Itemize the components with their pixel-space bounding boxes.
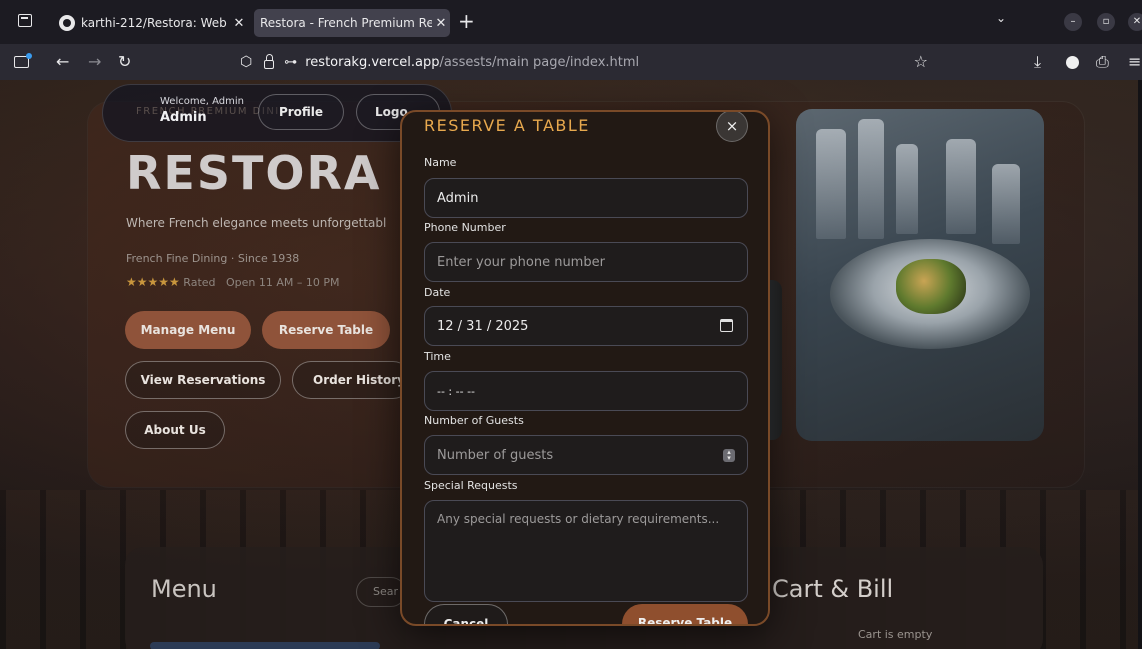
view-reservations-button[interactable]: View Reservations: [125, 361, 281, 399]
shield-icon[interactable]: ⬡: [240, 54, 252, 70]
guests-field[interactable]: Number of guests ▴ ▾: [424, 435, 748, 475]
extensions-icon[interactable]: ⎙: [1096, 52, 1109, 72]
reload-icon[interactable]: ↻: [118, 52, 131, 72]
hero-title: RESTORA: [126, 146, 382, 200]
cart-title: Cart & Bill: [772, 575, 894, 603]
url-host: restorakg.vercel.app: [305, 54, 440, 70]
requests-label: Special Requests: [424, 479, 518, 492]
modal-title: RESERVE A TABLE: [424, 116, 590, 135]
tab-title: karthi-212/Restora: Web: [81, 16, 227, 30]
new-tab-icon[interactable]: +: [458, 9, 475, 33]
name-label: Name: [424, 156, 457, 169]
phone-label: Phone Number: [424, 221, 506, 234]
close-window-icon[interactable]: ✕: [1128, 13, 1142, 31]
restore-icon[interactable]: ▫: [1097, 13, 1115, 31]
welcome-name: Admin: [160, 110, 207, 125]
download-icon[interactable]: ⤓: [1034, 52, 1041, 72]
submit-reservation-button[interactable]: Reserve Table: [622, 604, 748, 624]
forward-icon[interactable]: →: [88, 52, 101, 72]
github-icon: [59, 15, 75, 31]
hero-dish-image: [796, 109, 1044, 441]
browser-tab-restora[interactable]: Restora - French Premium Re ✕: [254, 9, 450, 37]
phone-field[interactable]: Enter your phone number: [424, 242, 748, 282]
reserve-table-button[interactable]: Reserve Table: [262, 311, 390, 349]
restora-page: FRENCH PREMIUM DINI Welcome, Admin Admin…: [0, 80, 1142, 649]
calendar-icon[interactable]: [720, 319, 733, 332]
lock-icon[interactable]: [264, 53, 275, 69]
date-value: 12 / 31 / 2025: [437, 318, 529, 334]
close-icon[interactable]: ×: [716, 112, 748, 142]
tab-list-icon[interactable]: [18, 14, 32, 27]
date-label: Date: [424, 286, 451, 299]
tab-close-icon[interactable]: ✕: [432, 16, 450, 31]
date-field[interactable]: 12 / 31 / 2025: [424, 306, 748, 346]
star-rating-icon: ★★★★★: [126, 275, 180, 289]
special-requests-field[interactable]: Any special requests or dietary requirem…: [424, 500, 748, 602]
reserve-table-modal: RESERVE A TABLE × Name Admin Phone Numbe…: [400, 110, 770, 626]
bookmark-star-icon[interactable]: ☆: [914, 52, 928, 71]
welcome-label: Welcome, Admin: [160, 96, 244, 107]
browser-tab-github[interactable]: karthi-212/Restora: Web ✕: [52, 9, 248, 37]
menu-search-input[interactable]: Sear: [356, 577, 406, 607]
guests-placeholder: Number of guests: [437, 447, 554, 463]
tab-close-icon[interactable]: ✕: [230, 16, 248, 31]
manage-menu-button[interactable]: Manage Menu: [125, 311, 251, 349]
stepper-icon[interactable]: ▴ ▾: [723, 449, 735, 462]
url-path: /assests/main page/index.html: [439, 54, 640, 70]
order-history-button[interactable]: Order History: [292, 361, 412, 399]
cart-empty-message: Cart is empty: [858, 628, 933, 641]
back-icon[interactable]: ←: [56, 52, 69, 72]
chevron-down-icon[interactable]: ⌄: [996, 11, 1006, 25]
account-icon[interactable]: [1066, 56, 1079, 69]
rating-label: Rated: [183, 276, 216, 289]
hero-meta: French Fine Dining · Since 1938: [126, 252, 300, 265]
tab-title: Restora - French Premium Re: [260, 16, 432, 30]
guests-label: Number of Guests: [424, 414, 524, 427]
url-bar[interactable]: ⬡ ⊶ restorakg.vercel.app/assests/main pa…: [232, 48, 940, 76]
sidebar-icon[interactable]: [14, 53, 32, 68]
hero-tagline: Where French elegance meets unforgettabl: [126, 216, 387, 230]
browser-nav-bar: ← → ↻ ⬡ ⊶ restorakg.vercel.app/assests/m…: [0, 44, 1142, 80]
hero-rating: ★★★★★ Rated Open 11 AM – 10 PM: [126, 275, 340, 289]
key-icon[interactable]: ⊶: [284, 55, 297, 70]
page-edge: [1138, 80, 1142, 649]
profile-button[interactable]: Profile: [258, 94, 344, 130]
menu-item-strip: [150, 642, 380, 649]
time-label: Time: [424, 350, 451, 363]
browser-tab-bar: karthi-212/Restora: Web ✕ Restora - Fren…: [0, 0, 1142, 44]
cancel-button[interactable]: Cancel: [424, 604, 508, 624]
menu-icon[interactable]: ≡: [1128, 52, 1141, 72]
menu-title: Menu: [151, 575, 217, 603]
name-field[interactable]: Admin: [424, 178, 748, 218]
opening-hours: Open 11 AM – 10 PM: [226, 276, 340, 289]
minimize-icon[interactable]: –: [1064, 13, 1082, 31]
about-us-button[interactable]: About Us: [125, 411, 225, 449]
time-field[interactable]: -- : -- --: [424, 371, 748, 411]
